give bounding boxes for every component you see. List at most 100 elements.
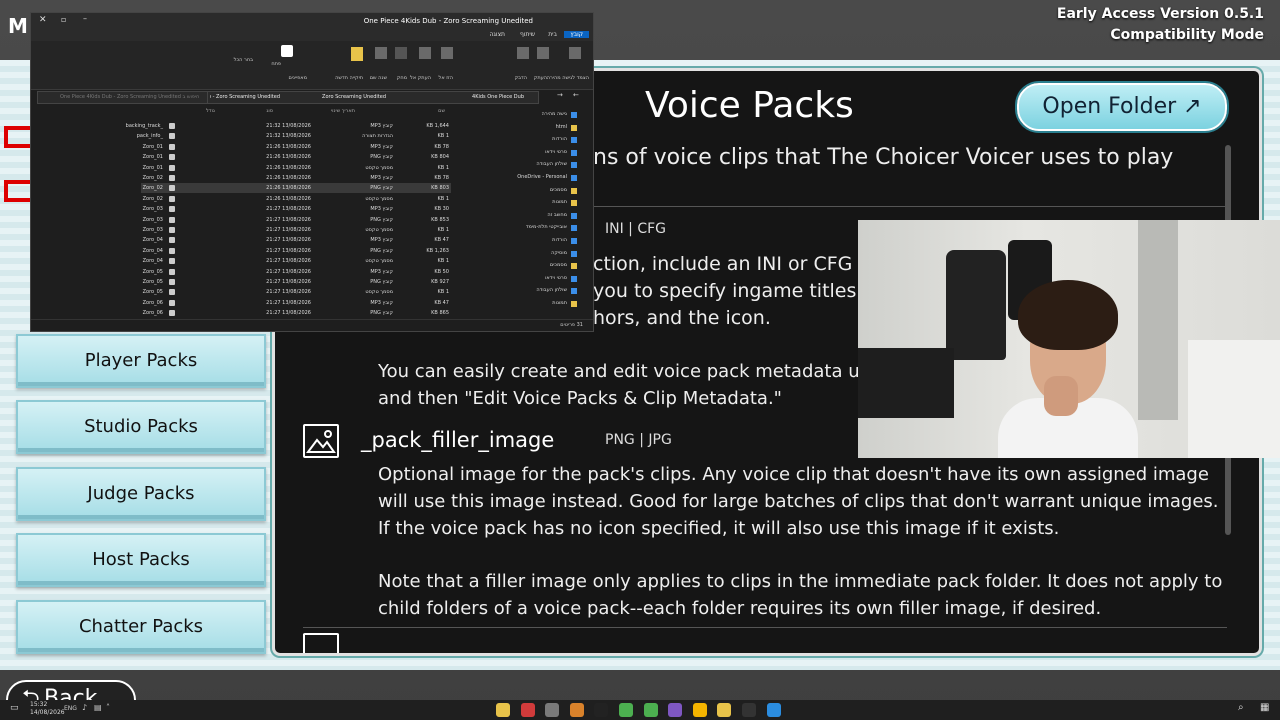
cell-date: 13/08/2026 21:27 (266, 299, 311, 306)
game-icon[interactable] (520, 703, 535, 717)
file-explorer-icon[interactable] (496, 703, 510, 717)
close-icon[interactable]: ✕ (39, 15, 47, 25)
nav-item[interactable]: הורדות (552, 237, 567, 243)
breadcrumb-item[interactable]: 4Kids One Piece Dub (472, 94, 524, 100)
ribbon-pin[interactable]: הצמד לגישה מהירה (547, 75, 589, 81)
start-icon[interactable]: ▦ (1260, 702, 1269, 713)
nav-item[interactable]: שולחן העבודה (536, 287, 567, 293)
table-row[interactable]: 04_Zoro 13/08/2026 21:27 קובץ MP3 47 KB (141, 235, 451, 245)
table-row[interactable]: 04_Zoro 13/08/2026 21:27 קובץ PNG 1,263 KB (141, 246, 451, 256)
file-type-icon (169, 133, 175, 140)
table-row[interactable]: 05_Zoro 13/08/2026 21:27 קובץ MP3 50 KB (141, 267, 451, 277)
cell-date: 13/08/2026 21:32 (266, 123, 311, 129)
ribbon-open[interactable]: פתח (271, 61, 281, 67)
app-icon-5[interactable] (742, 703, 756, 717)
app-icon-2[interactable] (569, 703, 584, 717)
sidebar-item-judge-packs[interactable]: Judge Packs (16, 467, 266, 521)
edge-icon[interactable] (766, 703, 781, 717)
open-folder-button[interactable]: Open Folder ↗ (1017, 83, 1227, 131)
tab-file[interactable]: קובץ (564, 31, 589, 38)
table-row[interactable]: 02_Zoro 13/08/2026 21:26 מסמך טקסט 1 KB (141, 194, 451, 204)
forward-arrow-icon[interactable]: ← (573, 91, 579, 99)
column-type[interactable]: סוג (266, 108, 273, 114)
ribbon-rename[interactable]: שנה שם (370, 75, 387, 81)
breadcrumb[interactable]: 4Kids One Piece Dub Zoro Screaming Unedi… (207, 91, 539, 104)
filler-format-label: PNG | JPG (605, 432, 672, 448)
notification-icon[interactable]: ▭ (10, 703, 19, 713)
table-row[interactable]: 05_Zoro 13/08/2026 21:27 קובץ PNG 927 KB (141, 277, 451, 287)
nav-item[interactable]: סרטי וידאו (545, 275, 567, 281)
ribbon-select-all[interactable]: בחר הכל (234, 57, 253, 63)
ribbon-copy-to[interactable]: העתק אל (410, 75, 431, 81)
tray-expand-icon[interactable]: ˄ (106, 703, 110, 712)
nav-item[interactable]: הורדות (552, 136, 567, 142)
search-icon[interactable]: ⌕ (1238, 702, 1244, 713)
nav-item[interactable]: OneDrive - Personal (517, 174, 567, 180)
column-name[interactable]: שם (438, 108, 445, 114)
volume-icon[interactable]: ♪ (82, 703, 87, 712)
table-row[interactable]: 03_Zoro 13/08/2026 21:27 קובץ PNG 853 KB (141, 215, 451, 225)
nav-item[interactable]: שולחן העבודה (536, 161, 567, 167)
minimize-icon[interactable]: – (83, 14, 87, 23)
table-row[interactable]: 02_Zoro 13/08/2026 21:26 קובץ MP3 78 KB (141, 173, 451, 183)
table-row[interactable]: 04_Zoro 13/08/2026 21:27 מסמך טקסט 1 KB (141, 256, 451, 266)
sidebar-item-studio-packs[interactable]: Studio Packs (16, 400, 266, 454)
network-icon[interactable]: ▤ (94, 703, 102, 712)
chrome-icon[interactable] (619, 703, 633, 717)
nav-item[interactable]: מוסיקה (551, 250, 567, 256)
table-row[interactable]: 02_Zoro 13/08/2026 21:26 קובץ PNG 803 KB (141, 183, 451, 194)
tab-view[interactable]: תצוגה (489, 31, 505, 38)
ribbon-paste[interactable]: הדבק (515, 75, 527, 81)
table-row[interactable]: 01_Zoro 13/08/2026 21:26 מסמך טקסט 1 KB (141, 163, 451, 173)
nav-item[interactable]: תמונות (552, 199, 567, 205)
cell-date: 13/08/2026 21:27 (266, 268, 311, 275)
folder-icon[interactable] (717, 703, 732, 717)
language-indicator[interactable]: ENG (64, 705, 77, 712)
table-row[interactable]: _pack_info 13/08/2026 21:32 הגדרות תצורה 1 … (137, 131, 451, 141)
tab-home[interactable]: בית (548, 31, 557, 38)
nav-item[interactable]: גישה מהירה (542, 111, 567, 117)
maximize-icon[interactable]: ▫ (61, 15, 66, 24)
sidebar-item-host-packs[interactable]: Host Packs (16, 533, 266, 587)
column-date[interactable]: תאריך שינוי (331, 108, 355, 114)
cell-size: 78 KB (434, 175, 449, 181)
ribbon-delete[interactable]: מחק (397, 75, 407, 81)
table-row[interactable]: 06_Zoro 13/08/2026 21:27 קובץ MP3 47 KB (141, 298, 451, 308)
search-input[interactable]: One Piece 4Kids Dub - Zoro Screaming Une… (37, 91, 209, 104)
table-row[interactable]: 01_Zoro 13/08/2026 21:26 קובץ PNG 804 KB (141, 152, 451, 162)
nav-item[interactable]: מסמכים (550, 187, 567, 193)
cell-name: _pack_info (136, 133, 163, 140)
table-row[interactable]: 03_Zoro 13/08/2026 21:27 קובץ MP3 30 KB (141, 204, 451, 214)
table-row[interactable]: _backing_track 13/08/2026 21:32 קובץ MP3 1,… (126, 121, 451, 131)
column-size[interactable]: גודל (206, 108, 215, 114)
nav-item[interactable]: html (556, 124, 567, 130)
clock[interactable]: 15:32 14/08/2026 (30, 701, 65, 717)
nav-item[interactable]: מחשב זה (547, 212, 567, 218)
breadcrumb-item[interactable]: One Piece 4Kids Dub - Zoro Screaming Une… (210, 94, 280, 100)
app-icon-3[interactable] (643, 703, 658, 717)
sidebar-item-player-packs[interactable]: Player Packs (16, 334, 266, 388)
address-bar-row: One Piece 4Kids Dub - Zoro Screaming Une… (37, 91, 585, 104)
app-icon-4[interactable] (668, 703, 683, 717)
cell-type: קובץ PNG (370, 154, 393, 161)
sidebar-item-chatter-packs[interactable]: Chatter Packs (16, 600, 266, 654)
ribbon-move-to[interactable]: הזז אל (438, 75, 453, 81)
terminal-icon[interactable] (594, 703, 609, 717)
chrome-icon-2[interactable] (692, 703, 707, 717)
nav-item[interactable]: סרטי וידאו (545, 149, 567, 155)
nav-item[interactable]: מסמכים (550, 262, 567, 268)
nav-item[interactable]: אובייקטי תלת-מימד (526, 224, 567, 230)
ribbon-new-folder[interactable]: תיקייה חדשה (335, 75, 363, 81)
ribbon-copy[interactable]: העתק (534, 75, 547, 81)
nav-folder-icon (571, 187, 577, 194)
table-row[interactable]: 01_Zoro 13/08/2026 21:26 קובץ MP3 78 KB (141, 142, 451, 152)
table-row[interactable]: 06_Zoro 13/08/2026 21:27 קובץ PNG 865 KB (141, 308, 451, 318)
nav-item[interactable]: תמונות (552, 300, 567, 306)
breadcrumb-item[interactable]: Zoro Screaming Unedited (322, 94, 386, 100)
ribbon-properties[interactable]: מאפיינים (288, 75, 307, 81)
app-icon-1[interactable] (545, 703, 560, 717)
table-row[interactable]: 05_Zoro 13/08/2026 21:27 מסמך טקסט 1 KB (141, 287, 451, 297)
back-arrow-icon[interactable]: → (557, 91, 563, 99)
tab-share[interactable]: שיתוף (520, 31, 535, 38)
table-row[interactable]: 03_Zoro 13/08/2026 21:27 מסמך טקסט 1 KB (141, 225, 451, 235)
